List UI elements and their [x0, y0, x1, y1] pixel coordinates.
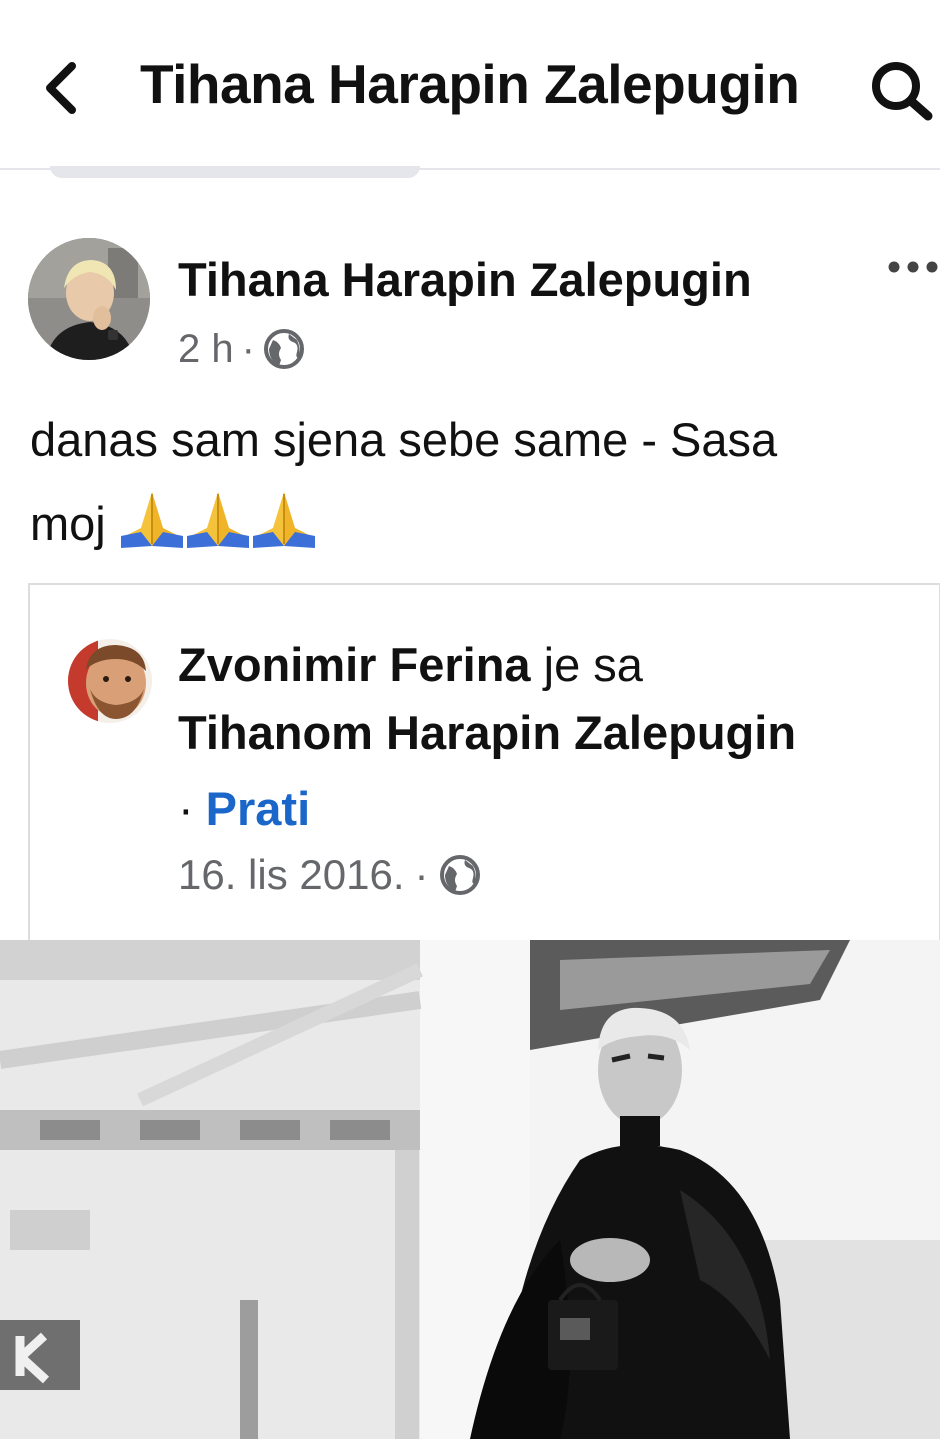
globe-icon [263, 328, 305, 370]
tagged-line: Tihanom Harapin Zalepugin [178, 705, 796, 760]
post-photo[interactable] [0, 940, 940, 1439]
with-text: je sa [543, 638, 643, 691]
follow-bullet: · [178, 782, 194, 835]
avatar[interactable] [28, 238, 150, 360]
story-strip-edge [50, 166, 420, 178]
meta-separator: · [241, 326, 255, 371]
globe-icon [439, 854, 481, 896]
shared-author-avatar[interactable] [68, 639, 152, 723]
profile-photo [28, 238, 150, 360]
post-time[interactable]: 2 h [178, 327, 234, 372]
follow-button[interactable]: Prati [206, 782, 311, 835]
post-text: danas sam sjena sebe same - Sasa moj [30, 398, 910, 566]
chevron-left-icon [46, 62, 76, 114]
more-horizontal-icon [888, 261, 938, 273]
meta-separator: · [414, 851, 429, 898]
follow-line: · Prati [178, 781, 310, 836]
photo-image [0, 940, 940, 1439]
shared-post-date[interactable]: 16. lis 2016. [178, 851, 405, 899]
post-text-line-2: moj [30, 482, 910, 566]
search-icon [872, 62, 933, 121]
post-author-name[interactable]: Tihana Harapin Zalepugin [178, 252, 752, 307]
tagged-person-name[interactable]: Tihanom Harapin Zalepugin [178, 706, 796, 759]
folded-hands-icon [185, 488, 251, 550]
folded-hands-icon [251, 488, 317, 550]
profile-photo [68, 639, 152, 723]
shared-post-card[interactable]: Zvonimir Ferina je sa Tihanom Harapin Za… [28, 583, 940, 941]
post-meta: 2 h · [178, 324, 305, 374]
back-button[interactable] [38, 56, 92, 120]
folded-hands-icon [119, 488, 185, 550]
shared-author-name[interactable]: Zvonimir Ferina [178, 638, 531, 691]
post-text-line: danas sam sjena sebe same - Sasa [30, 413, 778, 466]
post-text-word: moj [30, 497, 106, 550]
search-button[interactable] [866, 56, 940, 122]
top-bar: Tihana Harapin Zalepugin [0, 0, 940, 170]
shared-post-meta: 16. lis 2016. · [178, 851, 481, 899]
page-title: Tihana Harapin Zalepugin [140, 53, 800, 115]
more-options-button[interactable] [886, 255, 940, 279]
shared-headline: Zvonimir Ferina je sa [178, 637, 643, 692]
